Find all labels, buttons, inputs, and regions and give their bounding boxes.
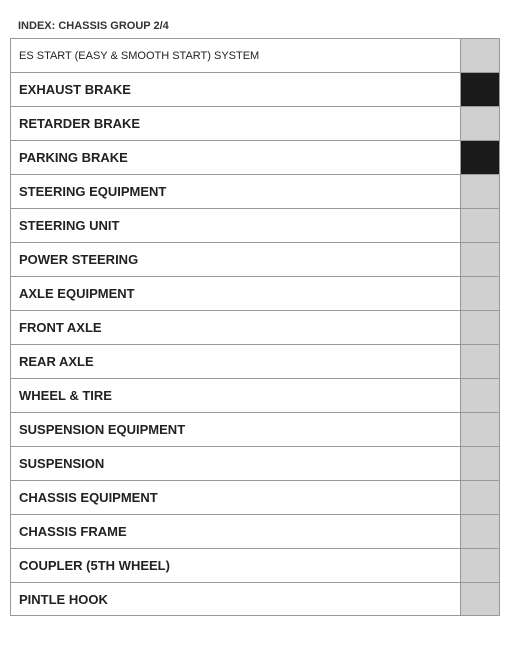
table-row[interactable]: CHASSIS FRAME (10, 514, 500, 548)
row-indicator-pintle-hook (461, 583, 499, 615)
table-row[interactable]: WHEEL & TIRE (10, 378, 500, 412)
row-label-rear-axle: REAR AXLE (11, 345, 461, 378)
row-label-coupler-5th-wheel: COUPLER (5TH WHEEL) (11, 549, 461, 582)
row-label-suspension-equipment: SUSPENSION EQUIPMENT (11, 413, 461, 446)
row-indicator-chassis-equipment (461, 481, 499, 514)
row-label-retarder-brake: RETARDER BRAKE (11, 107, 461, 140)
row-indicator-rear-axle (461, 345, 499, 378)
row-indicator-es-start (461, 39, 499, 72)
row-indicator-steering-unit (461, 209, 499, 242)
page-container: INDEX: CHASSIS GROUP 2/4 ES START (EASY … (0, 0, 510, 626)
row-label-chassis-frame: CHASSIS FRAME (11, 515, 461, 548)
row-label-steering-equipment: STEERING EQUIPMENT (11, 175, 461, 208)
table-row[interactable]: EXHAUST BRAKE (10, 72, 500, 106)
table-row[interactable]: CHASSIS EQUIPMENT (10, 480, 500, 514)
table-row[interactable]: REAR AXLE (10, 344, 500, 378)
row-label-es-start: ES START (EASY & SMOOTH START) SYSTEM (11, 39, 461, 72)
row-indicator-parking-brake (461, 141, 499, 174)
row-indicator-suspension (461, 447, 499, 480)
row-label-chassis-equipment: CHASSIS EQUIPMENT (11, 481, 461, 514)
row-label-parking-brake: PARKING BRAKE (11, 141, 461, 174)
table-row[interactable]: PARKING BRAKE (10, 140, 500, 174)
row-label-wheel-tire: WHEEL & TIRE (11, 379, 461, 412)
table-row[interactable]: POWER STEERING (10, 242, 500, 276)
table-row[interactable]: ES START (EASY & SMOOTH START) SYSTEM (10, 38, 500, 72)
row-indicator-exhaust-brake (461, 73, 499, 106)
row-indicator-front-axle (461, 311, 499, 344)
row-indicator-coupler-5th-wheel (461, 549, 499, 582)
row-label-power-steering: POWER STEERING (11, 243, 461, 276)
row-indicator-chassis-frame (461, 515, 499, 548)
table-row[interactable]: SUSPENSION (10, 446, 500, 480)
row-indicator-retarder-brake (461, 107, 499, 140)
row-label-pintle-hook: PINTLE HOOK (11, 583, 461, 615)
index-title: INDEX: CHASSIS GROUP 2/4 (10, 20, 500, 32)
table-row[interactable]: FRONT AXLE (10, 310, 500, 344)
table-row[interactable]: SUSPENSION EQUIPMENT (10, 412, 500, 446)
row-label-front-axle: FRONT AXLE (11, 311, 461, 344)
row-indicator-steering-equipment (461, 175, 499, 208)
row-indicator-wheel-tire (461, 379, 499, 412)
table-row[interactable]: RETARDER BRAKE (10, 106, 500, 140)
row-indicator-suspension-equipment (461, 413, 499, 446)
table-row[interactable]: AXLE EQUIPMENT (10, 276, 500, 310)
row-indicator-power-steering (461, 243, 499, 276)
row-indicator-axle-equipment (461, 277, 499, 310)
table-row[interactable]: STEERING UNIT (10, 208, 500, 242)
row-label-axle-equipment: AXLE EQUIPMENT (11, 277, 461, 310)
row-label-suspension: SUSPENSION (11, 447, 461, 480)
table-row[interactable]: COUPLER (5TH WHEEL) (10, 548, 500, 582)
table-wrapper: ES START (EASY & SMOOTH START) SYSTEMEXH… (10, 38, 500, 616)
table-row[interactable]: STEERING EQUIPMENT (10, 174, 500, 208)
row-label-steering-unit: STEERING UNIT (11, 209, 461, 242)
row-label-exhaust-brake: EXHAUST BRAKE (11, 73, 461, 106)
table-row[interactable]: PINTLE HOOK (10, 582, 500, 616)
